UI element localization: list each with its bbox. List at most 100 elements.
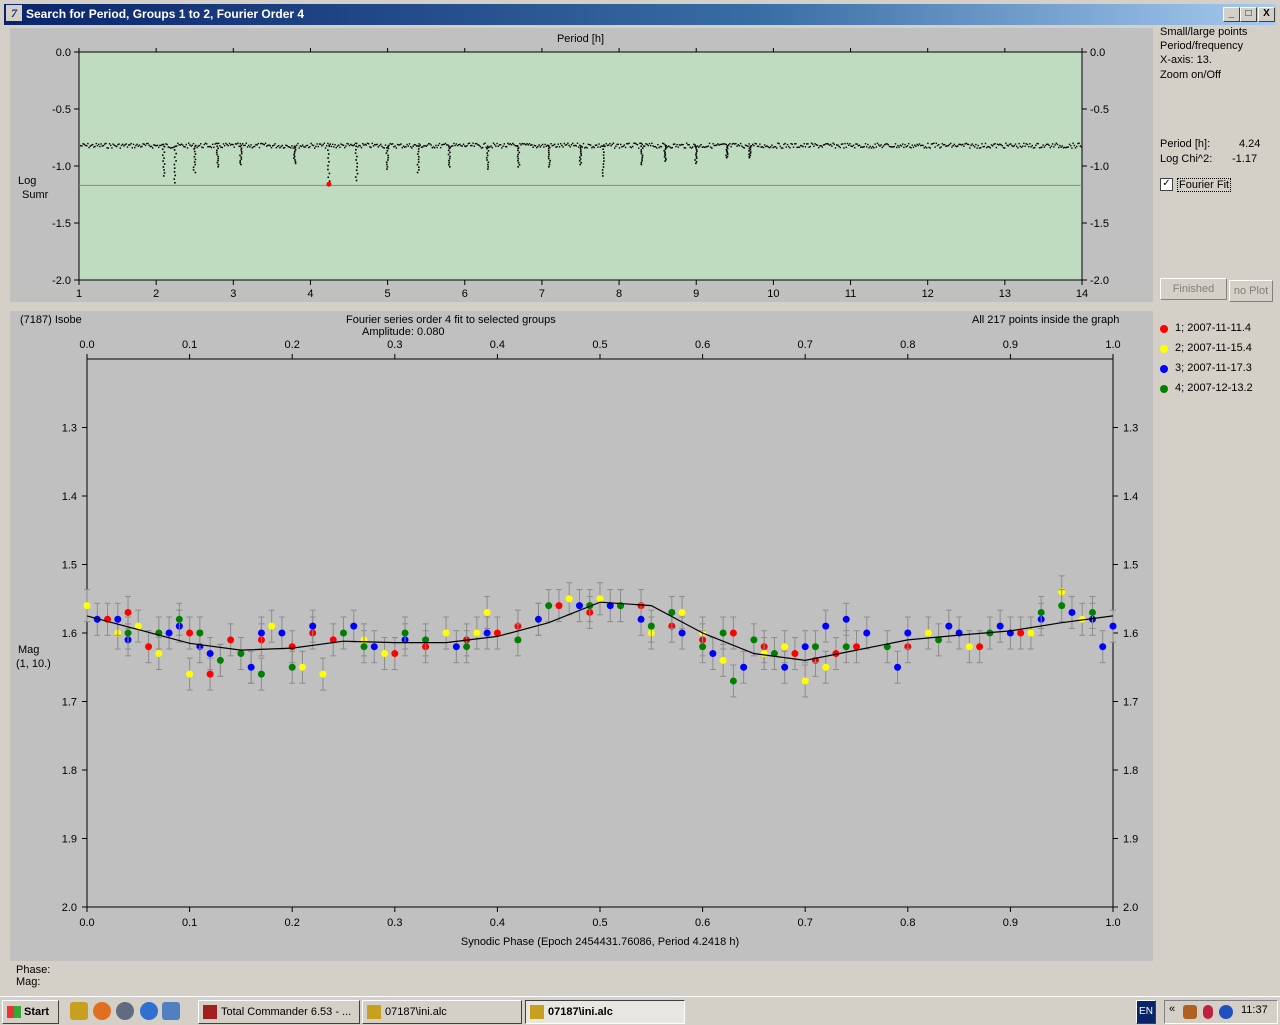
periodogram-xtick-label: 3 xyxy=(230,288,236,300)
periodogram-point xyxy=(642,145,645,147)
taskbar-item-ini-2[interactable]: 07187\ini.alc xyxy=(525,1000,685,1024)
periodogram-point xyxy=(425,145,427,147)
show-desktop-icon[interactable] xyxy=(162,1002,180,1020)
periodogram-point xyxy=(825,143,827,145)
periodogram-point xyxy=(712,143,714,145)
periodogram-point xyxy=(426,144,429,146)
periodogram-dip-point xyxy=(294,148,297,151)
lightcurve-ytick-label: 1.5 xyxy=(62,560,77,572)
periodogram-point xyxy=(915,145,917,147)
periodogram-point xyxy=(987,145,989,148)
data-point xyxy=(83,602,91,610)
periodogram-point xyxy=(969,147,971,149)
periodogram-point xyxy=(927,142,929,145)
periodogram-point xyxy=(1066,146,1068,148)
taskbar-item-ini-1[interactable]: 07187\ini.alc xyxy=(362,1000,522,1024)
option-period-frequency[interactable]: Period/frequency xyxy=(1160,40,1243,52)
periodogram-point xyxy=(591,147,593,149)
periodogram-point xyxy=(335,147,337,149)
data-point xyxy=(360,643,368,651)
firefox-icon[interactable] xyxy=(93,1002,111,1020)
periodogram-point xyxy=(323,142,325,144)
periodogram-point xyxy=(83,143,85,146)
object-name: (7187) Isobe xyxy=(20,314,82,326)
periodogram-point xyxy=(404,146,406,148)
periodogram-point xyxy=(1046,143,1048,146)
language-indicator[interactable]: EN xyxy=(1136,1000,1156,1024)
periodogram-dip-point xyxy=(447,153,450,156)
option-zoom[interactable]: Zoom on/Off xyxy=(1160,69,1221,81)
minimize-button[interactable]: _ xyxy=(1223,7,1240,22)
maximize-button[interactable]: □ xyxy=(1240,7,1257,22)
periodogram-dip-point xyxy=(163,172,166,174)
lightcurve-chart[interactable]: 0.0 0.0 0.1 0.1 0.2 0.2 0.3 0.3 0.4 0.4 0.5 0.5 0.6 0… xyxy=(10,311,1153,961)
app-icon[interactable]: 7 xyxy=(6,5,22,21)
periodogram-dip-point xyxy=(663,149,665,152)
fourier-fit-label[interactable]: Fourier Fit xyxy=(1177,178,1232,192)
periodogram-dip-point xyxy=(294,147,296,149)
data-point xyxy=(781,663,789,671)
periodogram-point xyxy=(684,147,687,149)
periodogram-point xyxy=(996,143,999,145)
periodogram-dip-point xyxy=(217,163,220,166)
periodogram-xtick-label: 11 xyxy=(845,288,856,300)
periodogram-point xyxy=(148,144,150,146)
periodogram-point xyxy=(171,147,173,149)
app-quicklaunch-icon[interactable] xyxy=(116,1002,134,1020)
periodogram-dip-point xyxy=(448,147,451,150)
periodogram-point xyxy=(340,143,342,145)
periodogram-point xyxy=(332,143,334,146)
periodogram-point xyxy=(944,143,946,146)
canopus-quicklaunch-icon[interactable] xyxy=(70,1002,88,1020)
periodogram-point xyxy=(304,146,306,148)
periodogram-point xyxy=(1071,147,1073,149)
lightcurve-panel[interactable]: (7187) Isobe Fourier series order 4 fit … xyxy=(10,311,1153,961)
periodogram-point xyxy=(1034,146,1036,149)
points-count: All 217 points inside the graph xyxy=(972,314,1120,326)
periodogram-chart[interactable]: Period [h]LogSumr1 2 3 4 5 6 7 8 9 10 11 12 13 140.0 0… xyxy=(10,28,1153,302)
periodogram-point xyxy=(632,145,634,148)
internet-explorer-icon[interactable] xyxy=(140,1002,158,1020)
periodogram-dip-point xyxy=(641,147,644,149)
periodogram-point xyxy=(315,145,317,148)
lightcurve-xtick-label-top: 0.6 xyxy=(695,339,710,351)
tray-bluetooth-icon[interactable] xyxy=(1219,1005,1233,1019)
periodogram-point xyxy=(918,143,921,145)
periodogram-point xyxy=(482,146,484,149)
periodogram-panel[interactable]: Period [h] Log Sumr 1 2 3 4 5 6 7 8 9 10 11 12 13 14 0.0 0… xyxy=(10,28,1153,302)
periodogram-point xyxy=(849,143,851,145)
periodogram-dip-point xyxy=(641,154,644,157)
tray-security-icon[interactable] xyxy=(1203,1005,1213,1019)
lightcurve-xtick-label-top: 0.5 xyxy=(592,339,607,351)
periodogram-point xyxy=(418,143,420,145)
periodogram-point xyxy=(322,144,324,146)
periodogram-point xyxy=(1026,143,1029,146)
periodogram-point xyxy=(344,146,346,149)
periodogram-point xyxy=(1006,144,1008,146)
periodogram-point xyxy=(911,144,913,146)
periodogram-point xyxy=(881,146,883,149)
fourier-fit-checkbox[interactable]: ✓ xyxy=(1160,178,1173,191)
periodogram-point xyxy=(508,143,510,146)
periodogram-point xyxy=(617,143,619,146)
periodogram-dip-point xyxy=(486,159,488,161)
periodogram-point xyxy=(676,143,678,146)
periodogram-point xyxy=(375,144,377,146)
start-button[interactable]: Start xyxy=(2,1000,59,1024)
no-plot-button[interactable]: no Plot xyxy=(1229,280,1273,302)
tray-app-icon[interactable] xyxy=(1183,1005,1197,1019)
periodogram-point xyxy=(537,145,539,148)
finished-button[interactable]: Finished xyxy=(1160,278,1227,300)
periodogram-point xyxy=(760,146,762,148)
tray-expand-icon[interactable]: « xyxy=(1169,1003,1175,1015)
option-small-large-points[interactable]: Small/large points xyxy=(1160,26,1247,38)
periodogram-point xyxy=(808,146,810,148)
taskbar-item-total-commander[interactable]: Total Commander 6.53 - ... xyxy=(198,1000,360,1024)
periodogram-point xyxy=(215,142,217,145)
periodogram-dip-point xyxy=(356,162,358,165)
close-button[interactable]: X xyxy=(1258,7,1275,22)
periodogram-point xyxy=(891,146,893,148)
periodogram-point xyxy=(614,147,616,149)
option-x-axis[interactable]: X-axis: 13. xyxy=(1160,54,1212,66)
periodogram-point xyxy=(852,144,855,147)
